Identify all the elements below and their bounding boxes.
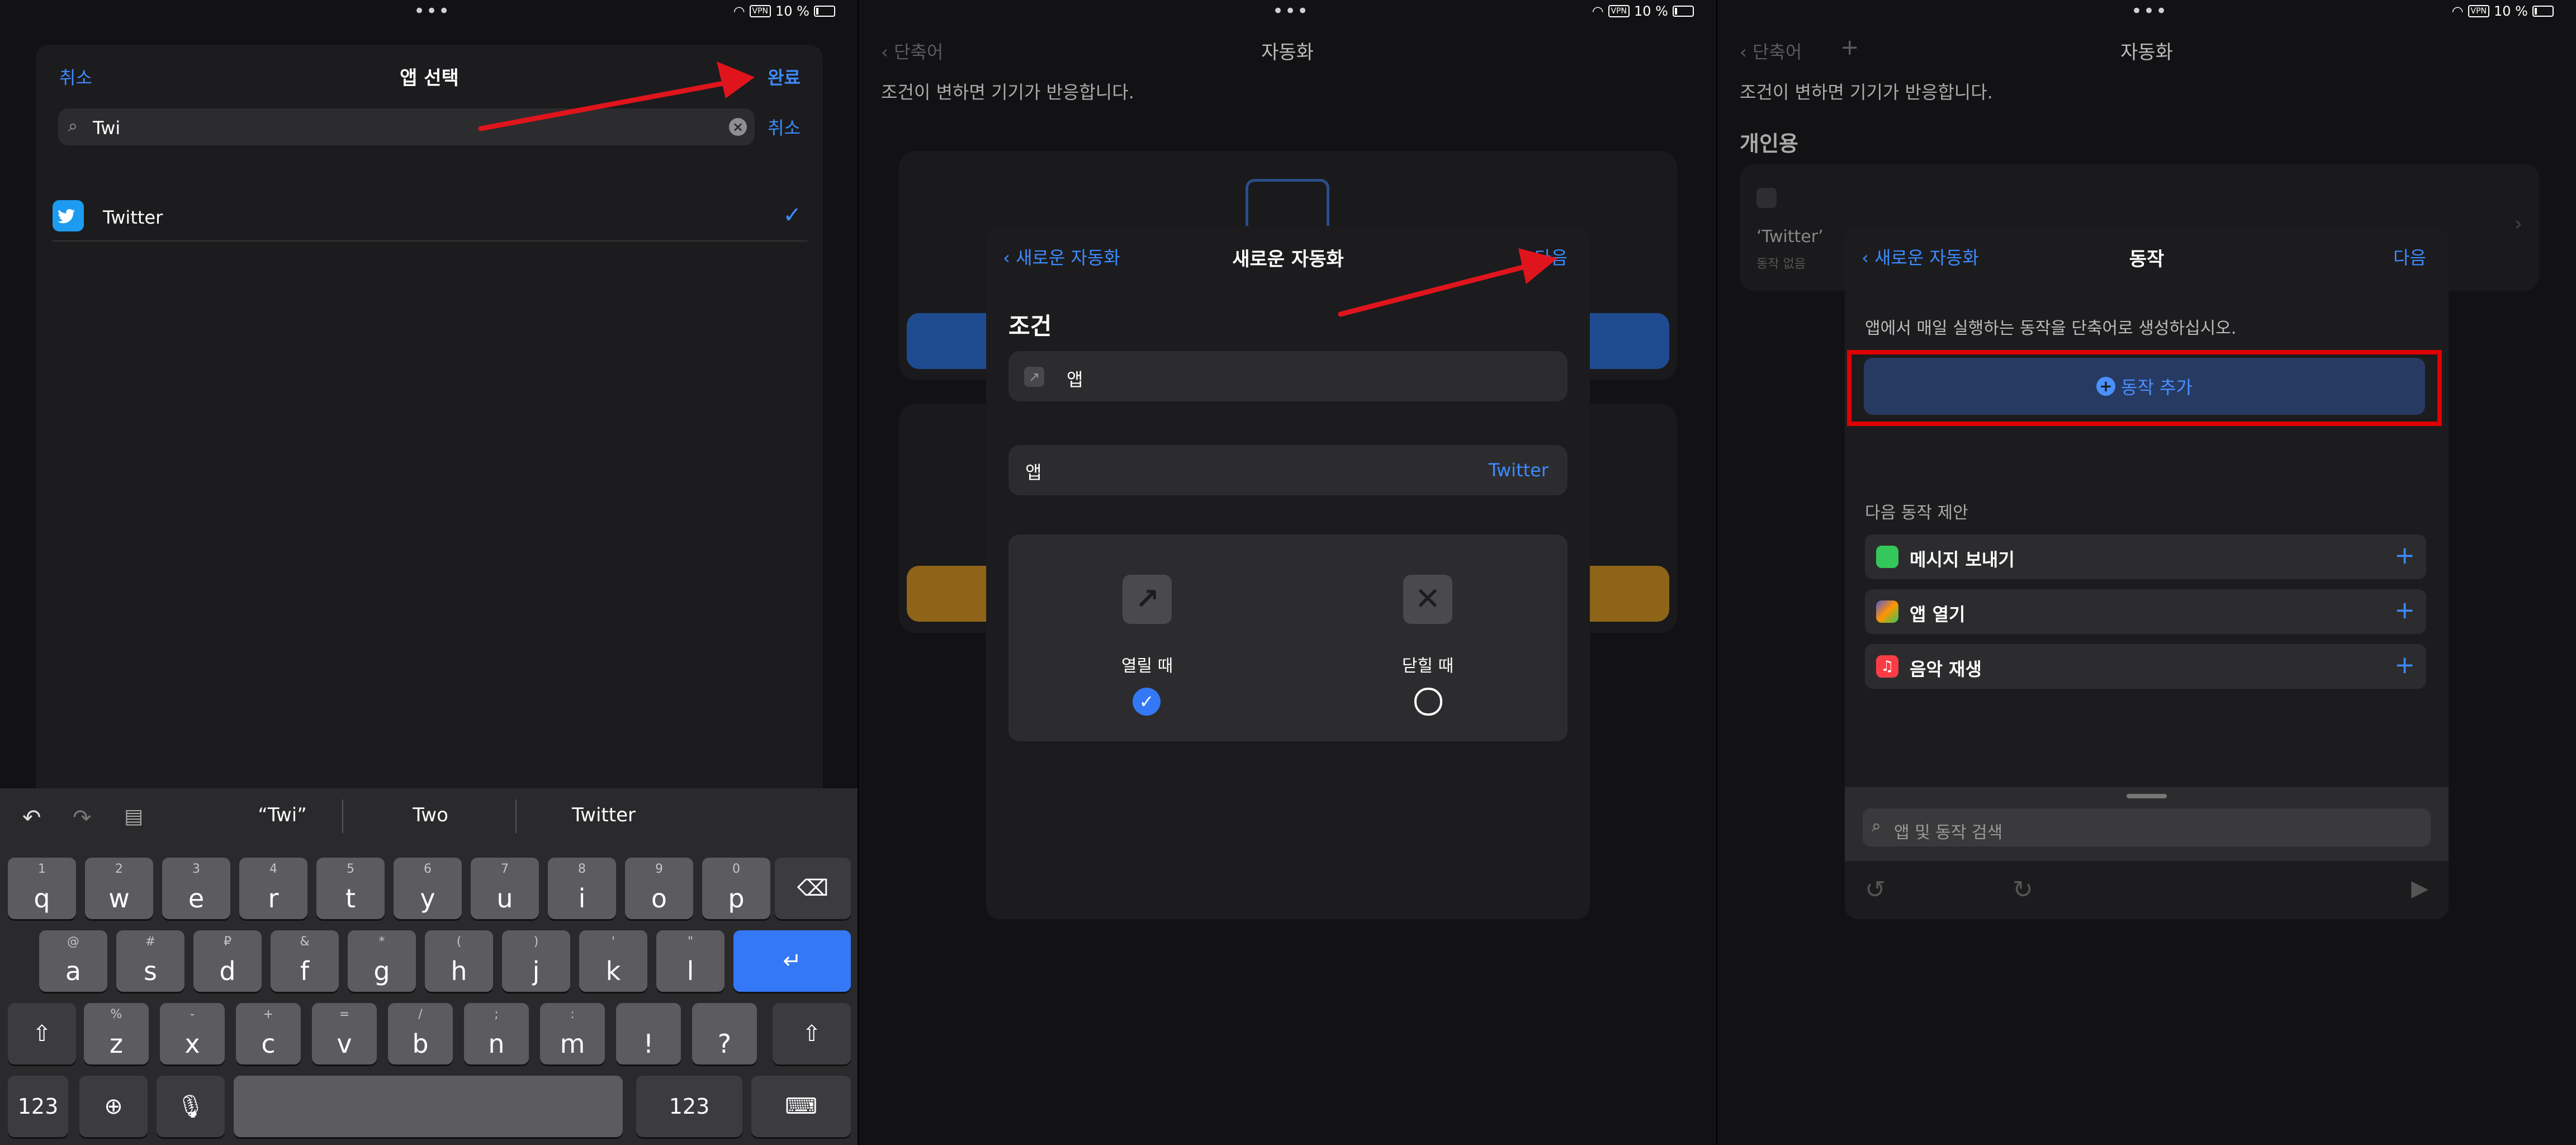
action-search-field[interactable]: ⌕ 앱 및 동작 검색 [1863, 808, 2431, 846]
apps-grid-icon [1876, 600, 1898, 623]
add-suggestion-icon[interactable]: + [2394, 651, 2415, 679]
action-search-input[interactable]: 앱 및 동작 검색 [1894, 818, 2002, 843]
actions-description: 앱에서 매일 실행하는 동작을 단축어로 생성하십시오. [1865, 319, 2237, 338]
suggestion-label: 음악 재생 [1910, 659, 1982, 680]
sheet-title: 동작 [2129, 248, 2165, 271]
app-icon [1756, 188, 1777, 208]
battery-percent: 10 % [2494, 3, 2528, 19]
bg-item-title: ‘Twitter’ [1756, 227, 1824, 247]
suggestions-header: 다음 동작 제안 [1865, 503, 1968, 523]
add-suggestion-icon[interactable]: + [2394, 596, 2415, 624]
actions-sheet: ‹ 새로운 자동화 동작 다음 앱에서 매일 실행하는 동작을 단축어로 생성하… [1845, 226, 2449, 919]
multitask-dots[interactable]: ••• [2131, 2, 2168, 21]
suggestion-play-music[interactable]: ♫ 음악 재생 + [1865, 644, 2426, 689]
play-icon[interactable]: ▶ [2411, 876, 2428, 901]
search-icon: ⌕ [1872, 816, 1881, 836]
annotation-arrow [478, 61, 755, 131]
next-button[interactable]: 다음 [2393, 244, 2426, 269]
panel-app-select: ••• ◠ VPN 10 % 취소 앱 선택 완료 ⌕ Twi × 취소 Twi… [0, 0, 858, 1145]
page-subtitle: 조건이 변하면 기기가 반응합니다. [1740, 82, 1993, 103]
panel-actions: ••• ◠ VPN 10 % ‹ 단축어 + 자동화 조건이 변하면 기기가 반… [1717, 0, 2576, 1145]
bottom-toolbar: ↺ ↻ ▶ [1845, 861, 2449, 919]
plus-circle-icon: + [2096, 377, 2116, 396]
battery-icon [2532, 6, 2554, 17]
undo-icon[interactable]: ↺ [1865, 876, 1886, 904]
music-icon: ♫ [1876, 655, 1898, 678]
panel-new-automation: ••• ◠ VPN 10 % ‹ 단축어 자동화 조건이 변하면 기기가 반응합… [859, 0, 1716, 1145]
redo-icon[interactable]: ↻ [2012, 876, 2033, 904]
wifi-icon: ◠ [2451, 3, 2464, 19]
suggestion-label: 메시지 보내기 [1910, 549, 2015, 570]
drawer-handle[interactable] [2127, 794, 2167, 798]
annotation-arrow [1338, 248, 1557, 317]
status-bar: ••• ◠ VPN 10 % [1717, 0, 2576, 22]
add-action-button[interactable]: + 동작 추가 [1864, 358, 2425, 415]
suggestion-open-app[interactable]: 앱 열기 + [1865, 589, 2426, 634]
chevron-right-icon: › [2514, 212, 2522, 235]
vpn-badge: VPN [2468, 5, 2490, 17]
messages-icon [1876, 546, 1898, 568]
action-search-drawer: ⌕ 앱 및 동작 검색 ↺ ↻ ▶ [1845, 787, 2449, 919]
add-suggestion-icon[interactable]: + [2394, 541, 2415, 570]
section-personal: 개인용 [1740, 131, 1798, 156]
bg-item-subtitle: 동작 없음 [1756, 257, 1806, 271]
nav-title: 자동화 [2120, 41, 2173, 64]
suggestion-label: 앱 열기 [1910, 604, 1966, 625]
suggestion-send-message[interactable]: 메시지 보내기 + [1865, 534, 2426, 579]
